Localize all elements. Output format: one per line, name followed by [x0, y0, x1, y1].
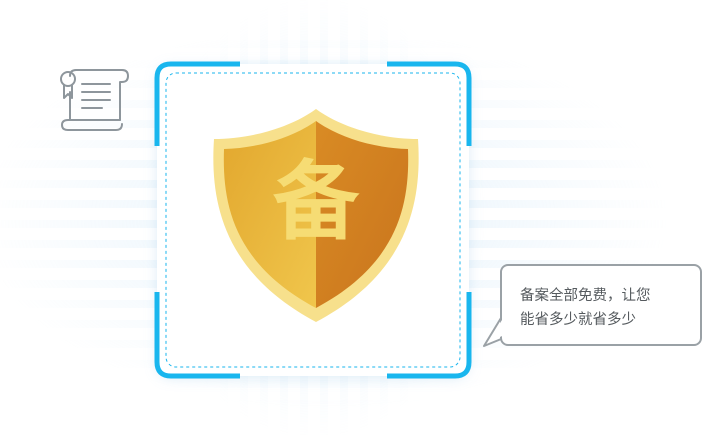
- scroll-bottom-curl: [61, 119, 123, 131]
- scroll-top-edge: [75, 69, 129, 121]
- certificate-scroll-icon: [60, 69, 129, 131]
- illustration-stage: 备 备案全部免费，让您 能省多少就省多少: [0, 0, 718, 435]
- scroll-seal: [60, 71, 76, 87]
- callout-bubble: 备案全部免费，让您 能省多少就省多少: [500, 264, 702, 346]
- callout-line-2: 能省多少就省多少: [520, 312, 636, 328]
- callout-line-1: 备案全部免费，让您: [520, 288, 651, 304]
- shield-glyph: 备: [273, 152, 359, 252]
